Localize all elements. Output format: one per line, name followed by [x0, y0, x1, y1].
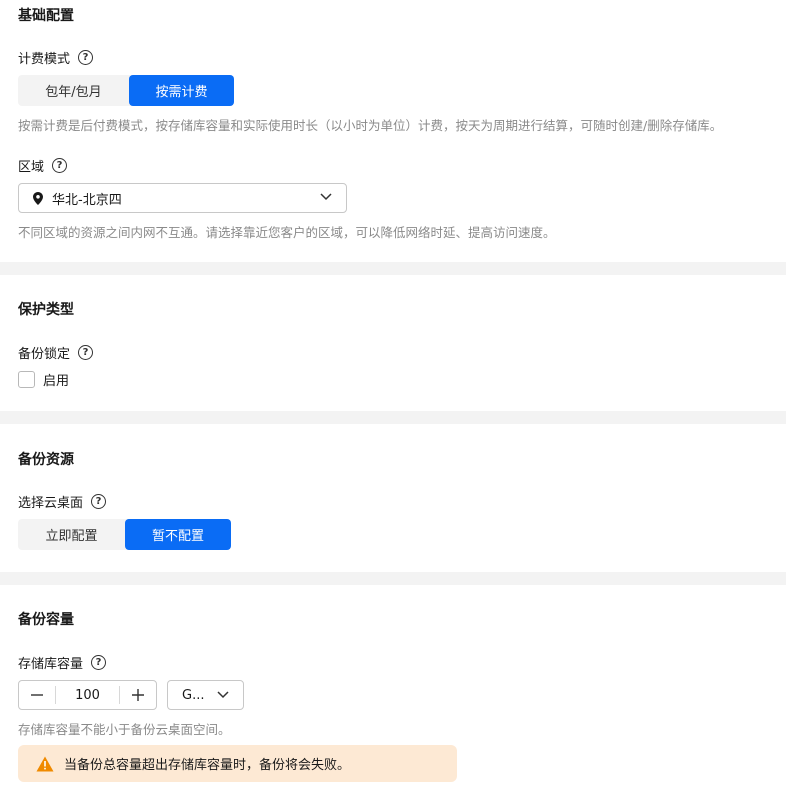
billing-mode-label-text: 计费模式	[18, 52, 71, 67]
enable-lock-checkbox[interactable]	[18, 371, 35, 388]
question-circle-icon[interactable]: ?	[91, 655, 107, 670]
select-desktop-label-text: 选择云桌面	[18, 496, 84, 511]
billing-mode-label: 计费模式 ?	[18, 48, 94, 67]
vault-capacity-label-text: 存储库容量	[18, 657, 84, 672]
vault-capacity-description: 存储库容量不能小于备份云桌面空间。	[18, 722, 231, 737]
region-select-value: 华北-北京四	[52, 192, 122, 208]
location-pin-icon	[33, 191, 43, 205]
billing-option-yearly-monthly[interactable]: 包年/包月	[18, 75, 129, 106]
capacity-unit-value: G...	[182, 687, 205, 703]
billing-option-on-demand[interactable]: 按需计费	[129, 75, 234, 106]
capacity-warning-text: 当备份总容量超出存储库容量时，备份将会失败。	[64, 758, 351, 773]
region-description: 不同区域的资源之间内网不互通。请选择靠近您客户的区域，可以降低网络时延、提高访问…	[18, 225, 556, 240]
capacity-unit-select[interactable]: G...	[167, 680, 244, 710]
section-divider	[0, 262, 786, 275]
minus-icon	[31, 694, 43, 696]
select-desktop-label: 选择云桌面 ?	[18, 492, 107, 511]
backup-lock-label-text: 备份锁定	[18, 347, 71, 362]
section-divider	[0, 572, 786, 585]
enable-lock-label: 启用	[43, 374, 70, 389]
capacity-input[interactable]: 100	[55, 686, 120, 704]
basic-config-title: 基础配置	[18, 8, 74, 24]
chevron-down-icon	[320, 193, 332, 201]
question-circle-icon[interactable]: ?	[78, 345, 94, 360]
billing-mode-description: 按需计费是后付费模式，按存储库容量和实际使用时长（以小时为单位）计费，按天为周期…	[18, 118, 723, 133]
vault-capacity-label: 存储库容量 ?	[18, 653, 107, 672]
backup-lock-label: 备份锁定 ?	[18, 343, 94, 362]
region-label: 区域 ?	[18, 156, 68, 175]
desktop-config-selector: 立即配置 暂不配置	[18, 519, 231, 550]
region-select[interactable]: 华北-北京四	[18, 183, 347, 213]
configure-later-option[interactable]: 暂不配置	[125, 519, 231, 550]
capacity-stepper: 100	[18, 680, 157, 710]
enable-lock-checkbox-row[interactable]: 启用	[18, 370, 69, 389]
capacity-warning-banner: 当备份总容量超出存储库容量时，备份将会失败。	[18, 745, 457, 782]
decrement-button[interactable]	[19, 681, 55, 709]
backup-resources-title: 备份资源	[18, 452, 74, 468]
question-circle-icon[interactable]: ?	[91, 494, 107, 509]
region-label-text: 区域	[18, 160, 45, 175]
question-circle-icon[interactable]: ?	[52, 158, 68, 173]
plus-icon	[132, 689, 144, 701]
question-circle-icon[interactable]: ?	[78, 50, 94, 65]
section-divider	[0, 411, 786, 424]
increment-button[interactable]	[120, 681, 156, 709]
billing-mode-selector: 包年/包月 按需计费	[18, 75, 234, 106]
configure-now-option[interactable]: 立即配置	[18, 519, 125, 550]
protection-type-title: 保护类型	[18, 302, 74, 318]
warning-triangle-icon	[36, 756, 54, 771]
chevron-down-icon	[217, 691, 229, 699]
backup-capacity-title: 备份容量	[18, 612, 74, 628]
